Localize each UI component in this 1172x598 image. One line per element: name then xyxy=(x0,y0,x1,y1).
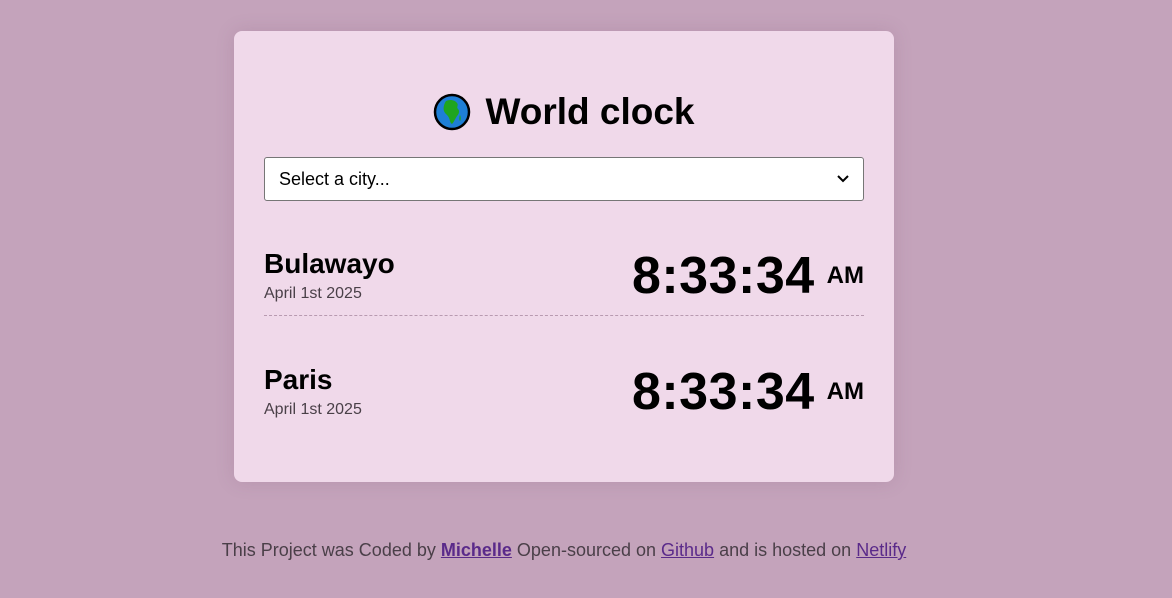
time-ampm: AM xyxy=(826,378,864,405)
globe-icon xyxy=(433,93,471,131)
page-title: World clock xyxy=(234,91,894,133)
city-select-value: Select a city... xyxy=(279,168,390,189)
netlify-link[interactable]: Netlify xyxy=(856,540,906,560)
footer: This Project was Coded by Michelle Open-… xyxy=(0,540,1128,561)
chevron-down-icon xyxy=(837,173,849,185)
city-select[interactable]: Select a city... xyxy=(264,157,864,201)
time-ampm: AM xyxy=(826,262,864,289)
city-info: Bulawayo April 1st 2025 xyxy=(264,247,395,304)
city-date: April 1st 2025 xyxy=(264,285,362,303)
city-time: 8:33:34 AM xyxy=(632,362,864,422)
title-text: World clock xyxy=(485,91,695,132)
world-clock-card: World clock Select a city... Bulawayo Ap… xyxy=(234,31,894,482)
city-name: Paris xyxy=(264,363,333,395)
city-row: Paris April 1st 2025 8:33:34 AM xyxy=(264,353,864,431)
author-link[interactable]: Michelle xyxy=(441,540,512,560)
city-info: Paris April 1st 2025 xyxy=(264,363,362,420)
time-value: 8:33:34 xyxy=(631,363,815,421)
footer-middle2: and is hosted on xyxy=(719,540,852,560)
city-row: Bulawayo April 1st 2025 8:33:34 AM xyxy=(264,237,864,316)
city-name: Bulawayo xyxy=(264,247,395,279)
footer-prefix: This Project was Coded by xyxy=(221,540,436,560)
github-link[interactable]: Github xyxy=(661,540,714,560)
city-date: April 1st 2025 xyxy=(264,401,362,419)
city-time: 8:33:34 AM xyxy=(632,246,864,306)
time-value: 8:33:34 xyxy=(631,247,815,305)
footer-middle: Open-sourced on xyxy=(516,540,657,560)
